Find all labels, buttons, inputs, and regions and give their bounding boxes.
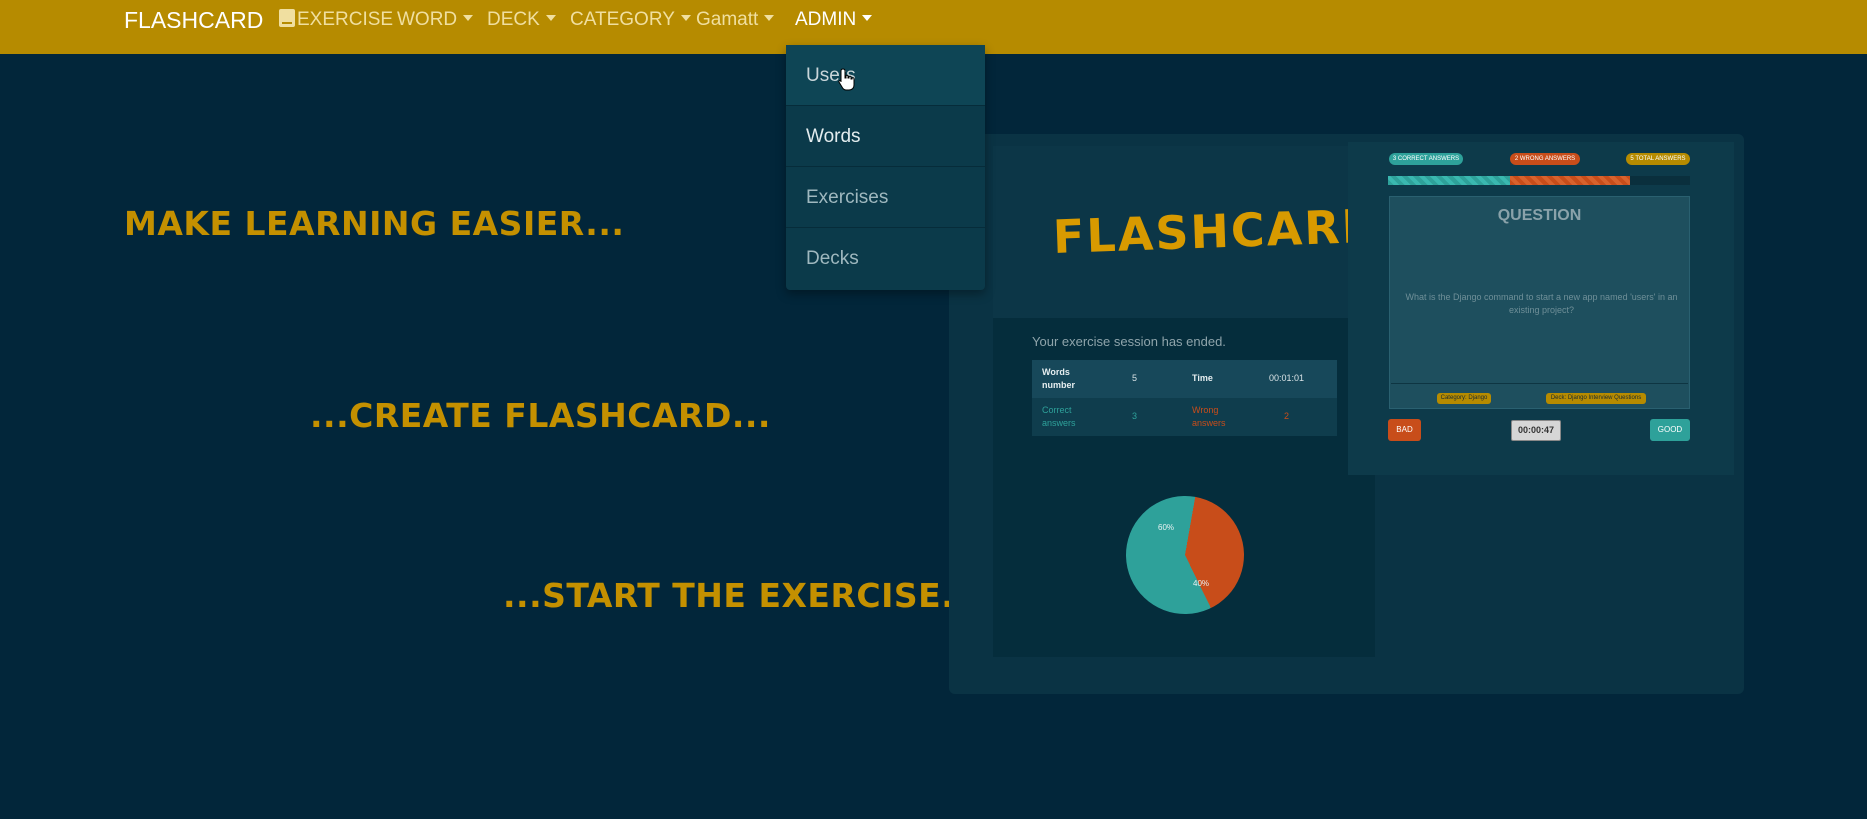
nav-deck-label: DECK [487,9,540,30]
dropdown-item-words[interactable]: Words [786,106,985,167]
time-value: 00:01:01 [1269,373,1305,383]
results-table: Words number 5 Time 00:01:01 Correct ans… [1032,360,1337,436]
good-button: GOOD [1650,419,1690,441]
nav-category-dropdown[interactable]: CATEGORY [570,9,691,31]
nav-word-dropdown[interactable]: WORD [397,9,474,31]
correct-answers-label: Correct answers [1042,405,1076,428]
question-divider [1391,383,1688,384]
pie-correct-label: 60% [1158,523,1175,532]
nav-deck-dropdown[interactable]: DECK [487,9,556,31]
chevron-down-icon [862,15,873,21]
bad-button: BAD [1388,419,1421,441]
words-number-label: Words number [1042,367,1076,390]
chevron-down-icon [463,15,474,21]
pointer-cursor-icon [838,68,855,91]
chevron-down-icon [764,15,775,21]
correct-answers-value: 3 [1132,411,1138,421]
timer-display: 00:00:47 [1511,420,1561,441]
book-icon [279,9,295,27]
dropdown-item-decks[interactable]: Decks [786,228,985,289]
nav-user-dropdown[interactable]: Gamatt [696,9,775,31]
nav-exercise[interactable]: EXERCISE [279,9,393,31]
chevron-down-icon [680,15,691,21]
correct-answers-badge: 3 CORRECT ANSWERS [1389,153,1463,165]
admin-dropdown-menu: Users Words Exercises Decks [786,45,985,290]
tagline-2: ...CREATE FLASHCARD... [310,396,771,435]
deck-tag: Deck: Django Interview Questions [1546,393,1646,404]
progress-wrong [1510,176,1630,185]
nav-category-label: CATEGORY [570,9,675,30]
category-tag: Category: Django [1437,393,1491,404]
pie-wrong-label: 40% [1193,579,1210,588]
nav-word-label: WORD [397,9,458,30]
total-answers-badge: 5 TOTAL ANSWERS [1626,153,1690,165]
session-ended-message: Your exercise session has ended. [1032,334,1226,349]
dropdown-item-users[interactable]: Users [786,45,985,106]
nav-admin-label: ADMIN [795,9,857,30]
tagline-1: MAKE LEARNING EASIER... [124,204,625,243]
navbar-brand[interactable]: FLASHCARD [124,8,263,32]
tagline-3: ...START THE EXERCISE. [503,576,955,615]
question-text: What is the Django command to start a ne… [1405,292,1678,315]
nav-user-label: Gamatt [696,9,759,30]
time-label: Time [1192,373,1213,383]
wrong-answers-value: 2 [1284,411,1290,421]
words-number-value: 5 [1132,373,1138,383]
wrong-answers-badge: 2 WRONG ANSWERS [1510,153,1580,165]
progress-correct [1388,176,1510,185]
dropdown-item-exercises[interactable]: Exercises [786,167,985,228]
nav-admin-dropdown[interactable]: ADMIN [795,9,873,31]
question-title: QUESTION [1497,207,1582,224]
nav-exercise-label: EXERCISE [297,9,394,30]
chevron-down-icon [545,15,556,21]
preview-logo: FLASHCARD [1052,198,1383,264]
wrong-answers-label: Wrong answers [1192,405,1226,428]
